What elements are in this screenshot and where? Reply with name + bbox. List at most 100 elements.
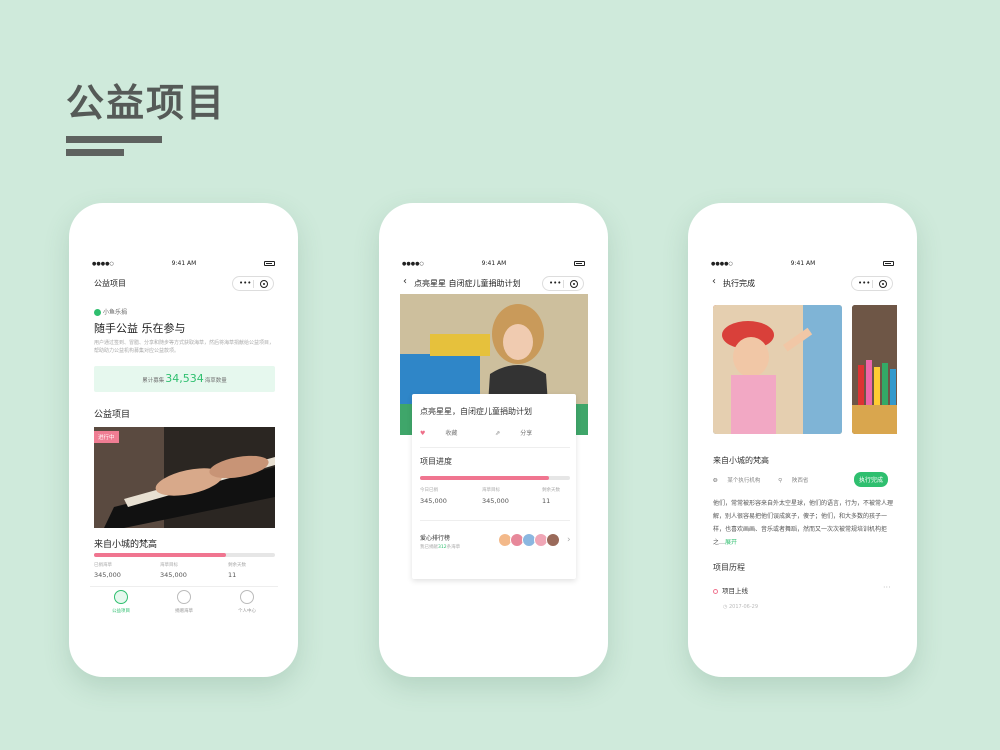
brand-logo-icon [94, 309, 101, 316]
expand-link[interactable]: 展开 [725, 539, 737, 546]
back-icon[interactable]: ‹ [712, 276, 716, 287]
stat-label: 剩余天数 [542, 488, 560, 493]
nav-title: 点亮星星 自闭症儿童捐助计划 [414, 279, 521, 288]
section-title: 项目进度 [420, 457, 452, 466]
rank-subtitle: 我已捐献312条海草 [420, 544, 460, 550]
rank-title[interactable]: 爱心排行榜 [420, 533, 450, 542]
avatar [546, 533, 560, 547]
tab-label: 捐赠海草 [175, 609, 193, 614]
brand-name: 小鱼乐捐 [103, 309, 128, 316]
capsule-divider [563, 280, 564, 288]
stat-value: 345,000 [420, 497, 447, 505]
close-target-icon[interactable] [879, 280, 887, 288]
status-time: 9:41 AM [790, 260, 816, 267]
battery-icon [574, 261, 585, 266]
counter-suffix: 海草数量 [204, 378, 227, 384]
divider [420, 520, 570, 521]
seaweed-icon [177, 590, 191, 604]
crayons-illustration [852, 305, 897, 434]
rank-value: 312 [438, 545, 447, 550]
timeline-event: 项目上线 [722, 587, 748, 595]
timeline-item: 项目上线 [713, 585, 748, 595]
stat-value: 345,000 [160, 571, 187, 579]
stat-label: 海草目标 [160, 563, 178, 568]
status-bar: ●●●●○ 9:41 AM [400, 257, 588, 271]
timeline-date: ◷ 2017-06-29 [723, 604, 758, 610]
progress-fill [94, 553, 227, 557]
gallery-image[interactable] [713, 305, 842, 434]
page-title: 公益项目 [66, 81, 227, 125]
user-icon [240, 590, 254, 604]
mini-program-capsule[interactable]: ••• [851, 276, 893, 291]
status-tag: 进行中 [94, 431, 119, 443]
mini-program-capsule[interactable]: ••• [542, 276, 584, 291]
collect-button[interactable]: ♥ 收藏 [420, 430, 475, 437]
collect-label: 收藏 [445, 430, 458, 437]
project-name: 来自小城的梵高 [713, 456, 769, 465]
close-target-icon[interactable] [570, 280, 578, 288]
stat-label: 海草目标 [482, 488, 500, 493]
chevron-right-icon[interactable]: › [567, 535, 571, 545]
phone-mockup-detail: ●●●●○ 9:41 AM ‹ 点亮星星 自闭症儿童捐助计划 ••• 点亮星星，… [379, 203, 608, 677]
title-underline-long [66, 136, 162, 143]
stat-value: 345,000 [94, 571, 121, 579]
tab-label: 公益项目 [112, 609, 130, 614]
share-button[interactable]: ⇗ 分享 [495, 430, 550, 437]
gallery-image[interactable] [852, 305, 897, 434]
navbar: 公益项目 ••• [90, 272, 278, 294]
mini-program-capsule[interactable]: ••• [232, 276, 274, 291]
project-card: 点亮星星，自闭症儿童捐助计划 ♥ 收藏 ⇗ 分享 项目进度 今日已捐 345,0… [412, 394, 576, 579]
battery-icon [264, 261, 275, 266]
timeline-date-text: 2017-06-29 [728, 604, 759, 610]
phone-mockup-complete: ●●●●○ 9:41 AM ‹ 执行完成 ••• 来自小城的梵高 ❂ 某个执行机… [688, 203, 917, 677]
screen-detail: ●●●●○ 9:41 AM ‹ 点亮星星 自闭症儿童捐助计划 ••• 点亮星星，… [400, 257, 588, 623]
tab-profile[interactable]: 个人中心 [216, 590, 278, 614]
status-time: 9:41 AM [171, 260, 197, 267]
stat-label: 已捐海草 [94, 563, 112, 568]
charity-icon [114, 590, 128, 604]
card-title: 点亮星星，自闭症儿童捐助计划 [420, 407, 532, 416]
location-name: 陕西省 [791, 478, 809, 484]
section-title: 公益项目 [94, 410, 131, 420]
org-name: 某个执行机构 [727, 478, 761, 484]
org-icon: ❂ [713, 478, 718, 484]
tab-bar: 公益项目 捐赠海草 个人中心 [90, 586, 278, 623]
capsule-divider [872, 280, 873, 288]
rank-suffix: 条海草 [446, 545, 461, 550]
stat-value: 11 [542, 497, 551, 505]
close-target-icon[interactable] [260, 280, 268, 288]
progress-bar [94, 553, 275, 557]
phone-mockup-home: ●●●●○ 9:41 AM 公益项目 ••• 小鱼乐捐 随手公益 乐在参与 用户… [69, 203, 298, 677]
share-icon: ⇗ [495, 430, 501, 437]
action-row: ♥ 收藏 ⇗ 分享 [420, 428, 568, 437]
location-row: ⚲ 陕西省 [778, 478, 816, 484]
project-name[interactable]: 来自小城的梵高 [94, 537, 157, 550]
description-text: 他们，常常被形容来自外太空星球，他们的语言，行为，不被常人理解，别人很容易把他们… [713, 500, 894, 546]
tab-charity[interactable]: 公益项目 [90, 590, 152, 614]
status-bar: ●●●●○ 9:41 AM [90, 257, 278, 271]
donor-avatars[interactable] [498, 533, 568, 553]
stat-label: 今日已捐 [420, 488, 438, 493]
screen-complete: ●●●●○ 9:41 AM ‹ 执行完成 ••• 来自小城的梵高 ❂ 某个执行机… [709, 257, 897, 623]
tab-donate[interactable]: 捐赠海草 [153, 590, 215, 614]
stat-value: 11 [228, 571, 237, 579]
navbar: ‹ 执行完成 ••• [709, 272, 897, 294]
stat-label: 剩余天数 [228, 563, 246, 568]
more-options-icon[interactable]: ··· [883, 583, 891, 592]
org-row: ❂ 某个执行机构 [713, 478, 768, 484]
kids-painting-illustration [713, 305, 842, 434]
more-icon[interactable]: ••• [858, 279, 870, 287]
back-icon[interactable]: ‹ [403, 276, 407, 287]
share-label: 分享 [520, 430, 533, 437]
more-icon[interactable]: ••• [239, 279, 251, 287]
brand-row: 小鱼乐捐 [94, 307, 127, 316]
project-cover-image[interactable] [94, 427, 275, 528]
project-meta: ❂ 某个执行机构 ⚲ 陕西省 [713, 476, 824, 484]
counter-value: 34,534 [165, 372, 204, 385]
more-icon[interactable]: ••• [549, 279, 561, 287]
capsule-divider [253, 280, 254, 288]
slogan: 随手公益 乐在参与 [94, 322, 186, 335]
piano-illustration [94, 427, 275, 528]
title-underline-short [66, 149, 124, 156]
clock-icon: ◷ [723, 604, 728, 610]
